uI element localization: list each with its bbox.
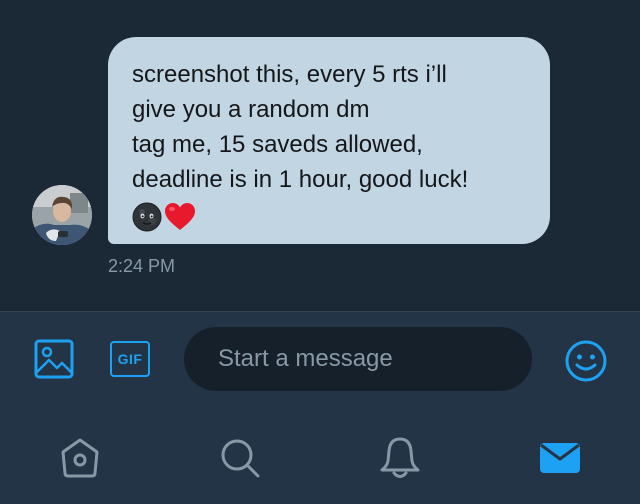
tab-messages[interactable] <box>536 434 584 482</box>
add-gif-button[interactable]: GIF <box>110 341 150 377</box>
conversation-area[interactable]: screenshot this, every 5 rts i’ll give y… <box>0 0 640 311</box>
tab-home[interactable] <box>56 434 104 482</box>
avatar-photo <box>32 185 92 245</box>
new-moon-face-emoji <box>132 202 162 232</box>
emoji-button[interactable] <box>564 339 608 383</box>
message-line: screenshot this, every 5 rts i’ll <box>132 61 447 88</box>
message-line: give you a random dm <box>132 96 370 123</box>
red-heart-emoji <box>165 203 195 230</box>
tab-notifications[interactable] <box>376 434 424 482</box>
bell-icon <box>380 437 420 478</box>
emoji-icon <box>565 340 607 382</box>
message-bubble[interactable]: screenshot this, every 5 rts i’ll give y… <box>108 37 550 244</box>
avatar[interactable] <box>32 185 92 245</box>
tab-search[interactable] <box>216 434 264 482</box>
message-input[interactable]: Start a message <box>184 327 532 391</box>
message-emojis <box>132 202 530 232</box>
dm-conversation-screen: screenshot this, every 5 rts i’ll give y… <box>0 0 640 504</box>
search-icon <box>221 439 260 478</box>
envelope-icon <box>540 443 580 473</box>
add-image-button[interactable] <box>34 339 74 379</box>
message-timestamp: 2:24 PM <box>108 256 176 276</box>
message-input-placeholder: Start a message <box>218 345 393 372</box>
image-icon <box>34 339 74 379</box>
gif-icon: GIF <box>117 351 143 367</box>
message-line: tag me, 15 saveds allowed, <box>132 131 423 158</box>
message-line: deadline is in 1 hour, good luck! <box>132 166 469 193</box>
home-icon <box>61 438 99 478</box>
